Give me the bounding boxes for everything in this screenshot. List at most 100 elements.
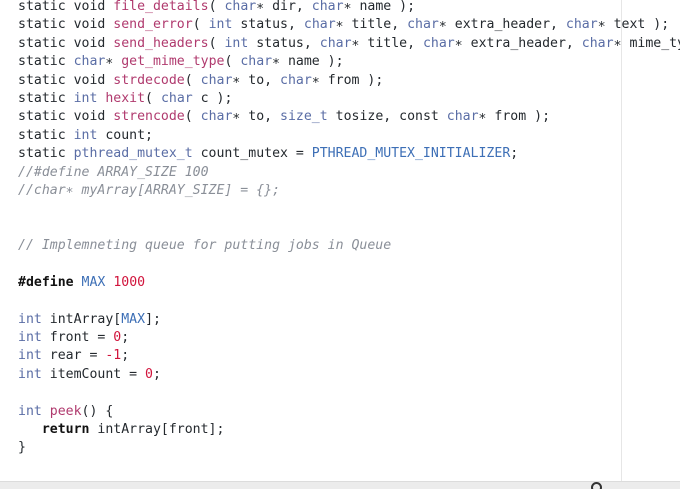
code-token: char	[422, 35, 455, 51]
code-token: ∗	[105, 54, 122, 70]
code-line[interactable]: static void send_headers( int status, ch…	[18, 35, 680, 53]
code-token: static	[18, 72, 74, 88]
code-token: (	[184, 72, 201, 88]
code-token: char	[565, 17, 598, 33]
code-token: status,	[232, 17, 304, 33]
code-token: (	[224, 54, 241, 70]
code-token: static	[18, 54, 74, 70]
code-token: strencode	[113, 109, 185, 125]
code-token: ∗ extra_header,	[454, 35, 582, 51]
column-ruler	[621, 0, 622, 483]
code-token: static	[18, 90, 74, 106]
code-token: static	[18, 0, 74, 14]
code-token: return	[41, 421, 90, 437]
code-token: int	[208, 17, 233, 33]
code-token: get_mime_type	[121, 54, 225, 70]
code-token: static	[18, 109, 74, 125]
code-line[interactable]: ​	[18, 219, 680, 237]
code-token: tosize, const	[327, 109, 447, 125]
code-token: char	[200, 72, 233, 88]
code-token: 1000	[113, 274, 146, 290]
code-token: c );	[192, 90, 233, 106]
code-token: void	[73, 17, 114, 33]
code-token: ;	[153, 366, 161, 382]
code-token: peek	[49, 403, 82, 419]
circle-icon	[591, 482, 602, 489]
code-token: ∗ text );	[597, 17, 670, 33]
code-line[interactable]: static pthread_mutex_t count_mutex = PTH…	[18, 145, 680, 163]
code-token: static	[18, 35, 74, 51]
code-line[interactable]: int rear = -1;	[18, 347, 680, 365]
code-line[interactable]: int itemCount = 0;	[18, 366, 680, 384]
code-token: void	[73, 35, 114, 51]
code-token: send_error	[113, 17, 193, 33]
code-token: void	[73, 0, 114, 14]
code-token: char	[160, 90, 193, 106]
code-token: char	[319, 35, 352, 51]
code-token: ∗ title,	[351, 35, 423, 51]
code-token: char	[303, 17, 336, 33]
code-token: (	[208, 0, 225, 14]
code-token: void	[73, 72, 114, 88]
code-token: hexit	[105, 90, 146, 106]
code-line[interactable]: static void send_error( int status, char…	[18, 16, 680, 34]
code-token: void	[73, 109, 114, 125]
code-editor[interactable]: static void file_details( char∗ dir, cha…	[0, 0, 680, 489]
code-token: ∗ mime_type,	[613, 35, 680, 51]
code-token: ∗ title,	[335, 17, 408, 33]
code-token: char	[200, 109, 233, 125]
code-token: int	[224, 35, 249, 51]
code-line[interactable]: static char∗ get_mime_type( char∗ name )…	[18, 53, 680, 71]
code-token: ∗ name );	[343, 0, 416, 14]
code-token: int	[73, 90, 106, 106]
code-token: int	[18, 366, 42, 382]
code-token: () {	[81, 403, 114, 419]
code-text-area[interactable]: static void file_details( char∗ dir, cha…	[18, 0, 680, 458]
code-line[interactable]: int front = 0;	[18, 329, 680, 347]
code-line[interactable]: ​	[18, 384, 680, 402]
bottom-scroll-strip[interactable]	[0, 481, 680, 489]
code-line[interactable]: }	[18, 439, 680, 457]
code-line[interactable]: //#define ARRAY_SIZE 100	[18, 164, 680, 182]
code-token: char	[446, 109, 479, 125]
code-token: ∗ name );	[272, 54, 344, 70]
code-line[interactable]: ​	[18, 255, 680, 273]
code-line[interactable]: static void strdecode( char∗ to, char∗ f…	[18, 72, 680, 90]
code-token: ;	[510, 146, 519, 162]
code-token: int	[18, 330, 42, 346]
code-token: size_t	[280, 109, 328, 125]
code-line[interactable]: static void file_details( char∗ dir, cha…	[18, 0, 680, 16]
code-token: int	[18, 311, 42, 327]
code-token: MAX	[81, 274, 106, 290]
code-line[interactable]: // Implemneting queue for putting jobs i…	[18, 237, 680, 255]
code-token: char	[407, 17, 439, 33]
code-token: static	[18, 146, 74, 162]
code-token: pthread_mutex_t	[73, 146, 193, 162]
code-token: intArray[	[41, 311, 122, 327]
code-token: ∗ from );	[311, 72, 384, 88]
code-line[interactable]: static int count;	[18, 127, 680, 145]
code-line[interactable]: return intArray[front];	[18, 421, 680, 439]
code-line[interactable]: //char∗ myArray[ARRAY_SIZE] = {};	[18, 182, 680, 200]
code-token: (	[192, 17, 209, 33]
code-token: ;	[121, 330, 130, 346]
code-token: ;	[121, 348, 130, 364]
code-line[interactable]: #define MAX 1000	[18, 274, 680, 292]
code-token: ∗ to,	[232, 72, 281, 88]
code-token: count;	[97, 127, 153, 143]
code-token: char	[240, 54, 273, 70]
code-line[interactable]: ​	[18, 200, 680, 218]
code-token: -1	[105, 348, 122, 364]
code-token: file_details	[113, 0, 209, 14]
code-line[interactable]: ​	[18, 292, 680, 310]
code-line[interactable]: int intArray[MAX];	[18, 311, 680, 329]
code-line[interactable]: static void strencode( char∗ to, size_t …	[18, 108, 680, 126]
code-line[interactable]: static int hexit( char c );	[18, 90, 680, 108]
code-token: MAX	[121, 311, 146, 327]
code-token: rear =	[41, 348, 106, 364]
code-line[interactable]: int peek() {	[18, 403, 680, 421]
code-token: ∗ dir,	[256, 0, 312, 14]
code-token: ∗ from );	[478, 109, 551, 125]
code-token: intArray[front];	[89, 421, 225, 437]
